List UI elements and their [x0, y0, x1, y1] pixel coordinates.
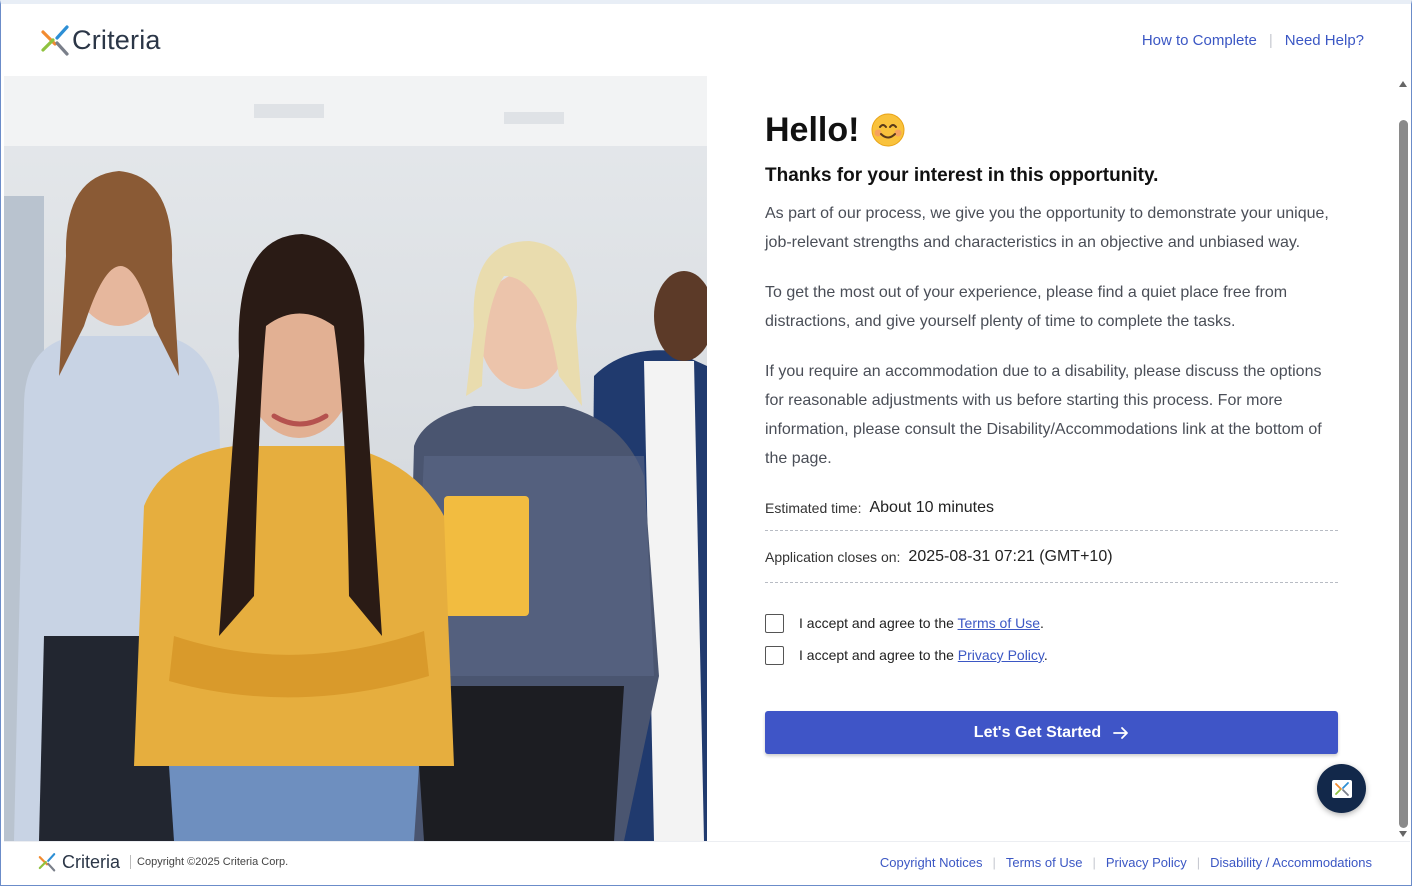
team-photo-illustration — [4, 76, 707, 841]
footer-terms-link[interactable]: Terms of Use — [1006, 855, 1083, 870]
footer-separator: | — [1196, 854, 1201, 870]
footer-separator: | — [1092, 854, 1096, 870]
scroll-up-arrow-icon[interactable] — [1399, 81, 1407, 87]
criteria-logo-icon — [41, 25, 69, 56]
closing-date-label: Application closes on: — [765, 548, 901, 565]
logo-text: Criteria — [72, 24, 161, 55]
intro-paragraph: As part of our process, we give you the … — [765, 205, 1329, 251]
consent-checkboxes: I accept and agree to the Terms of Use. … — [765, 607, 1339, 671]
privacy-consent-row: I accept and agree to the Privacy Policy… — [765, 639, 1339, 671]
footer-privacy-link[interactable]: Privacy Policy — [1106, 855, 1187, 870]
page-footer: Criteria Copyright ©2025 Criteria Corp. … — [4, 841, 1410, 882]
footer-separator: | — [992, 854, 996, 870]
terms-period: . — [1040, 615, 1044, 631]
chat-icon — [1331, 779, 1352, 798]
closing-date-row: Application closes on: 2025-08-31 07:21 … — [765, 531, 1338, 583]
nav-separator: | — [1268, 31, 1273, 49]
estimated-time-value: About 10 minutes — [869, 498, 995, 516]
arrow-right-icon — [1113, 726, 1129, 739]
terms-prefix: I accept and agree to the — [799, 615, 954, 631]
privacy-consent-text: I accept and agree to the Privacy Policy… — [799, 647, 1048, 663]
privacy-policy-link[interactable]: Privacy Policy — [958, 647, 1044, 663]
greeting-heading: Hello! — [765, 110, 1339, 150]
copyright-notices-link[interactable]: Copyright Notices — [880, 855, 983, 870]
scroll-down-arrow-icon[interactable] — [1399, 831, 1407, 837]
vertical-scrollbar[interactable] — [1397, 76, 1410, 841]
greeting-text: Hello! — [765, 110, 860, 149]
chat-widget-button[interactable] — [1317, 764, 1366, 813]
scrollbar-thumb[interactable] — [1399, 120, 1408, 828]
footer-brand: Criteria Copyright ©2025 Criteria Corp. — [38, 852, 288, 873]
need-help-link[interactable]: Need Help? — [1285, 32, 1364, 49]
accommodation-paragraph: If you require an accommodation due to a… — [765, 363, 1322, 467]
closing-date-value: 2025-08-31 07:21 (GMT+10) — [908, 547, 1113, 565]
footer-logo-text: Criteria — [62, 851, 121, 872]
terms-of-use-link[interactable]: Terms of Use — [958, 615, 1040, 631]
environment-paragraph: To get the most out of your experience, … — [765, 284, 1288, 330]
criteria-footer-logo-icon — [38, 853, 56, 872]
estimated-time-label: Estimated time: — [765, 499, 862, 516]
terms-checkbox[interactable] — [765, 613, 784, 633]
smiling-face-icon — [871, 113, 905, 147]
how-to-complete-link[interactable]: How to Complete — [1142, 32, 1257, 49]
privacy-period: . — [1043, 647, 1048, 663]
top-header: Criteria How to Complete | Need Help? — [4, 4, 1410, 76]
subtitle: Thanks for your interest in this opportu… — [765, 165, 1159, 186]
privacy-checkbox[interactable] — [765, 645, 784, 665]
terms-consent-text: I accept and agree to the Terms of Use. — [799, 615, 1044, 631]
privacy-prefix: I accept and agree to the — [799, 647, 954, 663]
copyright-text: Copyright ©2025 Criteria Corp. — [130, 855, 288, 869]
footer-links: Copyright Notices | Terms of Use | Priva… — [880, 855, 1372, 870]
get-started-button[interactable]: Let's Get Started — [765, 711, 1338, 754]
header-nav: How to Complete | Need Help? — [1142, 32, 1364, 49]
terms-consent-row: I accept and agree to the Terms of Use. — [765, 607, 1339, 639]
disability-accommodations-link[interactable]: Disability / Accommodations — [1210, 855, 1372, 870]
team-photo — [4, 76, 707, 841]
get-started-label: Let's Get Started — [973, 723, 1102, 741]
estimated-time-row: Estimated time: About 10 minutes — [765, 485, 1338, 531]
criteria-logo[interactable]: Criteria — [40, 24, 161, 56]
welcome-panel: Hello! Thanks for your interest in this … — [707, 76, 1397, 841]
